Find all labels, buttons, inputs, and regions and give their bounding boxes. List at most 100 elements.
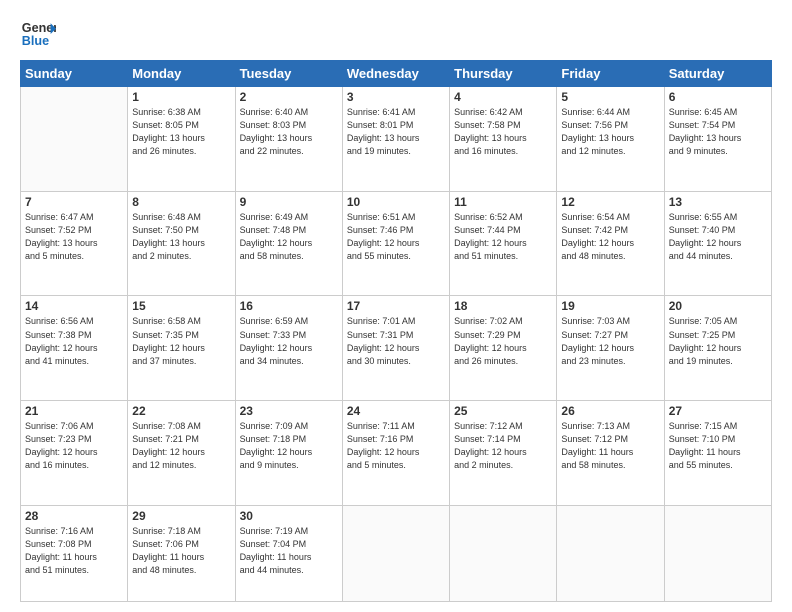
calendar-cell: 3 Sunrise: 6:41 AM Sunset: 8:01 PM Daylig… <box>342 87 449 192</box>
calendar-week-2: 7 Sunrise: 6:47 AM Sunset: 7:52 PM Daylig… <box>21 191 772 296</box>
page-header: General Blue <box>20 16 772 52</box>
logo: General Blue <box>20 16 56 52</box>
day-number: 10 <box>347 195 445 209</box>
day-number: 11 <box>454 195 552 209</box>
weekday-header-sunday: Sunday <box>21 61 128 87</box>
calendar-cell: 11Sunrise: 6:52 AM Sunset: 7:44 PM Dayli… <box>450 191 557 296</box>
calendar-cell: 25Sunrise: 7:12 AM Sunset: 7:14 PM Dayli… <box>450 401 557 506</box>
day-number: 27 <box>669 404 767 418</box>
weekday-header-tuesday: Tuesday <box>235 61 342 87</box>
calendar-cell: 13 Sunrise: 6:55 AM Sunset: 7:40 PM Dayli… <box>664 191 771 296</box>
day-number: 20 <box>669 299 767 313</box>
calendar-cell: 6Sunrise: 6:45 AM Sunset: 7:54 PM Daylig… <box>664 87 771 192</box>
calendar-cell <box>342 505 449 601</box>
day-info: Sunrise: 7:19 AM Sunset: 7:04 PM Dayligh… <box>240 525 338 577</box>
weekday-header-saturday: Saturday <box>664 61 771 87</box>
weekday-header-thursday: Thursday <box>450 61 557 87</box>
day-number: 18 <box>454 299 552 313</box>
day-info: Sunrise: 7:05 AM Sunset: 7:25 PM Dayligh… <box>669 315 767 367</box>
calendar-cell: 24 Sunrise: 7:11 AM Sunset: 7:16 PM Dayli… <box>342 401 449 506</box>
day-info: Sunrise: 7:09 AM Sunset: 7:18 PM Dayligh… <box>240 420 338 472</box>
calendar-week-4: 21 Sunrise: 7:06 AM Sunset: 7:23 PM Dayli… <box>21 401 772 506</box>
day-number: 29 <box>132 509 230 523</box>
day-info: Sunrise: 6:45 AM Sunset: 7:54 PM Dayligh… <box>669 106 767 158</box>
calendar-cell: 14Sunrise: 6:56 AM Sunset: 7:38 PM Dayli… <box>21 296 128 401</box>
calendar-cell <box>557 505 664 601</box>
day-info: Sunrise: 6:38 AM Sunset: 8:05 PM Dayligh… <box>132 106 230 158</box>
day-number: 15 <box>132 299 230 313</box>
calendar-cell: 20 Sunrise: 7:05 AM Sunset: 7:25 PM Dayli… <box>664 296 771 401</box>
day-number: 9 <box>240 195 338 209</box>
calendar-cell: 1 Sunrise: 6:38 AM Sunset: 8:05 PM Daylig… <box>128 87 235 192</box>
calendar-cell: 30 Sunrise: 7:19 AM Sunset: 7:04 PM Dayli… <box>235 505 342 601</box>
day-info: Sunrise: 6:56 AM Sunset: 7:38 PM Dayligh… <box>25 315 123 367</box>
calendar-cell <box>21 87 128 192</box>
day-number: 22 <box>132 404 230 418</box>
day-info: Sunrise: 7:02 AM Sunset: 7:29 PM Dayligh… <box>454 315 552 367</box>
day-number: 30 <box>240 509 338 523</box>
calendar-cell: 21 Sunrise: 7:06 AM Sunset: 7:23 PM Dayli… <box>21 401 128 506</box>
calendar-cell: 15 Sunrise: 6:58 AM Sunset: 7:35 PM Dayli… <box>128 296 235 401</box>
day-info: Sunrise: 6:51 AM Sunset: 7:46 PM Dayligh… <box>347 211 445 263</box>
calendar-week-3: 14Sunrise: 6:56 AM Sunset: 7:38 PM Dayli… <box>21 296 772 401</box>
logo-icon: General Blue <box>20 16 56 52</box>
day-number: 5 <box>561 90 659 104</box>
day-info: Sunrise: 6:58 AM Sunset: 7:35 PM Dayligh… <box>132 315 230 367</box>
day-info: Sunrise: 7:11 AM Sunset: 7:16 PM Dayligh… <box>347 420 445 472</box>
day-info: Sunrise: 7:18 AM Sunset: 7:06 PM Dayligh… <box>132 525 230 577</box>
calendar-table: SundayMondayTuesdayWednesdayThursdayFrid… <box>20 60 772 602</box>
calendar-cell: 7 Sunrise: 6:47 AM Sunset: 7:52 PM Daylig… <box>21 191 128 296</box>
calendar-cell: 8 Sunrise: 6:48 AM Sunset: 7:50 PM Daylig… <box>128 191 235 296</box>
day-number: 17 <box>347 299 445 313</box>
day-info: Sunrise: 7:16 AM Sunset: 7:08 PM Dayligh… <box>25 525 123 577</box>
calendar-cell: 17 Sunrise: 7:01 AM Sunset: 7:31 PM Dayli… <box>342 296 449 401</box>
calendar-cell: 23 Sunrise: 7:09 AM Sunset: 7:18 PM Dayli… <box>235 401 342 506</box>
day-info: Sunrise: 7:13 AM Sunset: 7:12 PM Dayligh… <box>561 420 659 472</box>
calendar-cell: 2Sunrise: 6:40 AM Sunset: 8:03 PM Daylig… <box>235 87 342 192</box>
calendar-week-1: 1 Sunrise: 6:38 AM Sunset: 8:05 PM Daylig… <box>21 87 772 192</box>
day-info: Sunrise: 6:54 AM Sunset: 7:42 PM Dayligh… <box>561 211 659 263</box>
day-number: 25 <box>454 404 552 418</box>
day-number: 2 <box>240 90 338 104</box>
day-info: Sunrise: 6:55 AM Sunset: 7:40 PM Dayligh… <box>669 211 767 263</box>
calendar-cell <box>450 505 557 601</box>
calendar-cell: 29 Sunrise: 7:18 AM Sunset: 7:06 PM Dayli… <box>128 505 235 601</box>
weekday-header-friday: Friday <box>557 61 664 87</box>
calendar-cell: 19Sunrise: 7:03 AM Sunset: 7:27 PM Dayli… <box>557 296 664 401</box>
day-info: Sunrise: 7:15 AM Sunset: 7:10 PM Dayligh… <box>669 420 767 472</box>
calendar-cell: 16Sunrise: 6:59 AM Sunset: 7:33 PM Dayli… <box>235 296 342 401</box>
day-number: 24 <box>347 404 445 418</box>
day-number: 21 <box>25 404 123 418</box>
day-number: 1 <box>132 90 230 104</box>
day-info: Sunrise: 6:41 AM Sunset: 8:01 PM Dayligh… <box>347 106 445 158</box>
day-number: 7 <box>25 195 123 209</box>
weekday-header-row: SundayMondayTuesdayWednesdayThursdayFrid… <box>21 61 772 87</box>
day-number: 3 <box>347 90 445 104</box>
day-info: Sunrise: 7:01 AM Sunset: 7:31 PM Dayligh… <box>347 315 445 367</box>
calendar-cell: 26 Sunrise: 7:13 AM Sunset: 7:12 PM Dayli… <box>557 401 664 506</box>
day-number: 13 <box>669 195 767 209</box>
day-number: 4 <box>454 90 552 104</box>
day-info: Sunrise: 6:47 AM Sunset: 7:52 PM Dayligh… <box>25 211 123 263</box>
calendar-cell: 28 Sunrise: 7:16 AM Sunset: 7:08 PM Dayli… <box>21 505 128 601</box>
calendar-cell: 5 Sunrise: 6:44 AM Sunset: 7:56 PM Daylig… <box>557 87 664 192</box>
day-number: 26 <box>561 404 659 418</box>
day-number: 8 <box>132 195 230 209</box>
day-info: Sunrise: 7:06 AM Sunset: 7:23 PM Dayligh… <box>25 420 123 472</box>
day-info: Sunrise: 7:03 AM Sunset: 7:27 PM Dayligh… <box>561 315 659 367</box>
calendar-cell: 27 Sunrise: 7:15 AM Sunset: 7:10 PM Dayli… <box>664 401 771 506</box>
calendar-cell: 9Sunrise: 6:49 AM Sunset: 7:48 PM Daylig… <box>235 191 342 296</box>
weekday-header-wednesday: Wednesday <box>342 61 449 87</box>
calendar-cell <box>664 505 771 601</box>
weekday-header-monday: Monday <box>128 61 235 87</box>
day-number: 16 <box>240 299 338 313</box>
day-number: 28 <box>25 509 123 523</box>
day-info: Sunrise: 6:44 AM Sunset: 7:56 PM Dayligh… <box>561 106 659 158</box>
calendar-cell: 22Sunrise: 7:08 AM Sunset: 7:21 PM Dayli… <box>128 401 235 506</box>
day-info: Sunrise: 6:42 AM Sunset: 7:58 PM Dayligh… <box>454 106 552 158</box>
calendar-cell: 4 Sunrise: 6:42 AM Sunset: 7:58 PM Daylig… <box>450 87 557 192</box>
day-number: 23 <box>240 404 338 418</box>
day-number: 12 <box>561 195 659 209</box>
day-info: Sunrise: 6:48 AM Sunset: 7:50 PM Dayligh… <box>132 211 230 263</box>
calendar-cell: 10 Sunrise: 6:51 AM Sunset: 7:46 PM Dayli… <box>342 191 449 296</box>
